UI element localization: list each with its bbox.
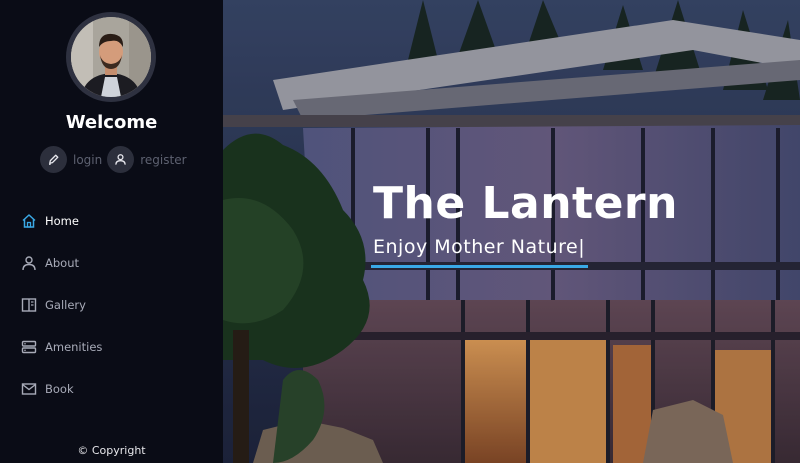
sidebar-item-about[interactable]: About bbox=[20, 242, 102, 284]
sidebar-item-label: Amenities bbox=[45, 340, 103, 354]
mail-icon bbox=[20, 380, 38, 398]
user-icon bbox=[107, 146, 135, 173]
user-icon bbox=[20, 254, 38, 272]
sidebar-item-label: Book bbox=[45, 382, 74, 396]
hero-section: The Lantern Enjoy Mother Nature| bbox=[223, 0, 800, 463]
gallery-icon bbox=[20, 296, 38, 314]
avatar-frame bbox=[66, 12, 156, 102]
sidebar-item-label: About bbox=[45, 256, 80, 270]
hero-background-image bbox=[223, 0, 800, 463]
login-label: login bbox=[73, 152, 103, 167]
sidebar-item-home[interactable]: Home bbox=[20, 200, 102, 242]
hero-underline bbox=[371, 265, 588, 268]
server-icon bbox=[20, 338, 38, 356]
home-icon bbox=[20, 212, 38, 230]
sidebar-item-gallery[interactable]: Gallery bbox=[20, 284, 102, 326]
copyright-text: © Copyright bbox=[77, 444, 146, 457]
welcome-heading: Welcome bbox=[65, 112, 158, 133]
register-button[interactable]: register bbox=[107, 146, 187, 173]
register-label: register bbox=[140, 152, 187, 167]
hero-title: The Lantern bbox=[373, 178, 678, 229]
avatar bbox=[71, 17, 151, 97]
avatar-photo bbox=[71, 17, 151, 97]
sidebar-item-label: Gallery bbox=[45, 298, 86, 312]
sidebar-nav: Home About Gallery Amenities Book bbox=[20, 200, 102, 410]
hero-subtitle: Enjoy Mother Nature| bbox=[373, 236, 586, 258]
sidebar-item-book[interactable]: Book bbox=[20, 368, 102, 410]
auth-links: login register bbox=[40, 146, 187, 173]
sidebar: Welcome login register Home About Galler… bbox=[0, 0, 223, 463]
sidebar-item-amenities[interactable]: Amenities bbox=[20, 326, 102, 368]
sidebar-item-label: Home bbox=[45, 214, 79, 228]
login-button[interactable]: login bbox=[40, 146, 102, 173]
login-icon bbox=[40, 146, 67, 173]
